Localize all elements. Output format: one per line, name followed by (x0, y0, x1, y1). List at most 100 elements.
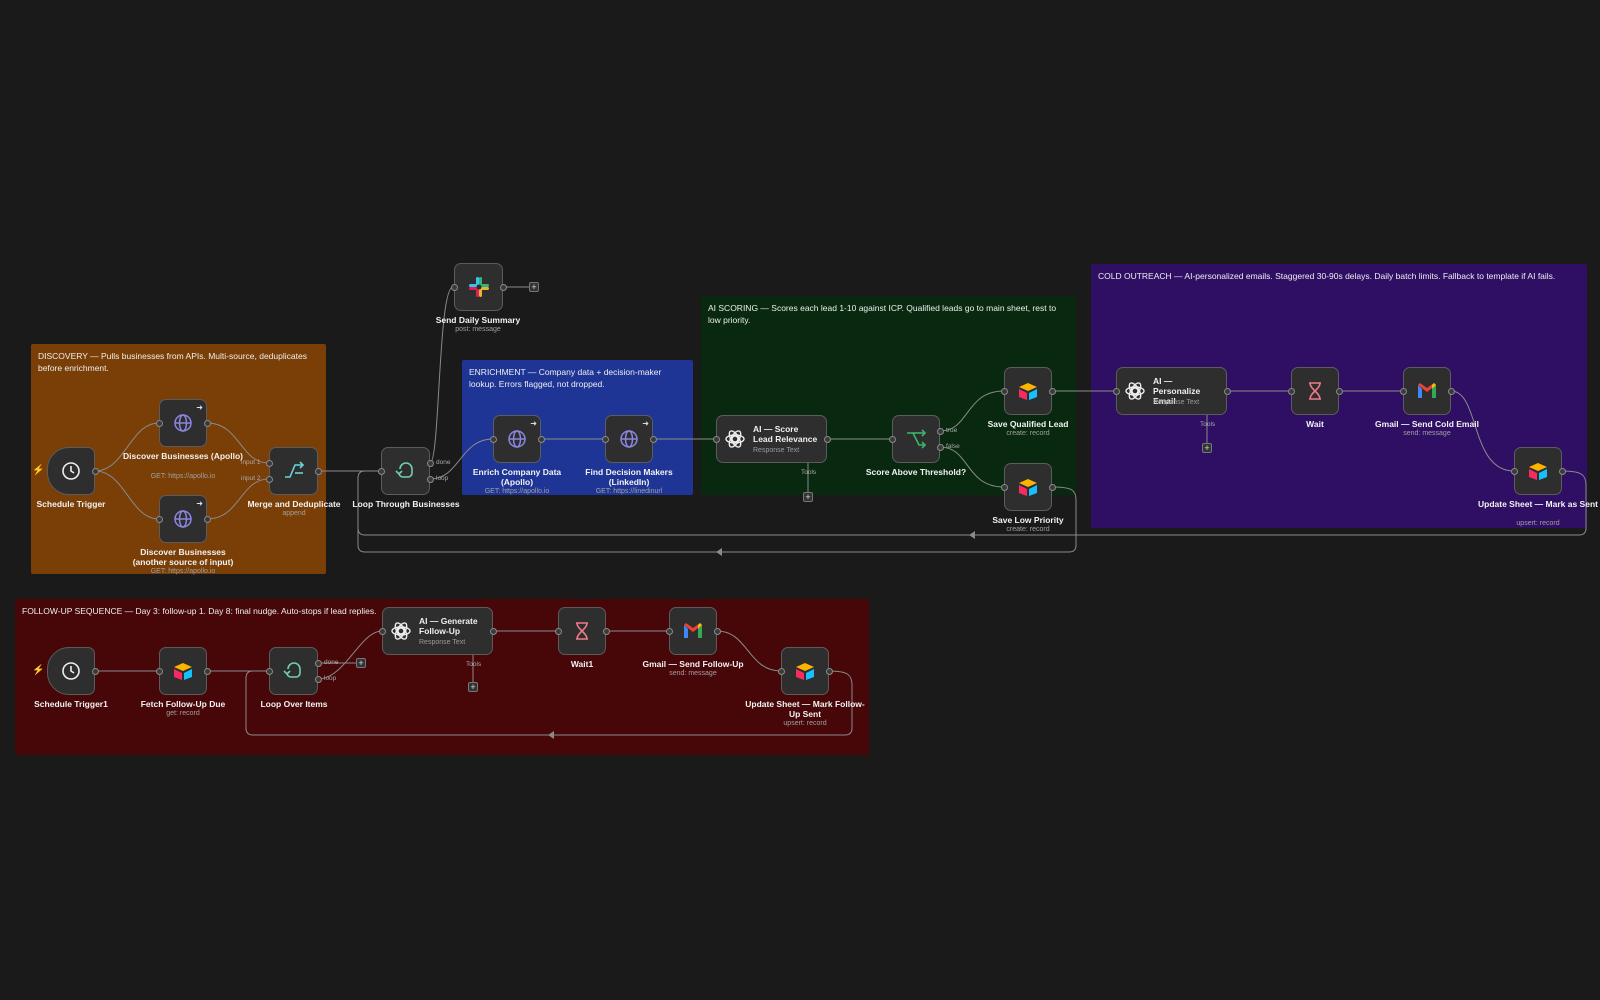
output-port[interactable] (92, 468, 99, 475)
trigger-bolt-icon: ⚡ (32, 465, 45, 476)
loop-done-label: done (436, 459, 451, 466)
output-port[interactable] (204, 516, 211, 523)
schedule-trigger-node[interactable] (47, 447, 99, 495)
input-port[interactable] (555, 628, 562, 635)
if-icon (893, 416, 939, 462)
loop-items-done-label: done (324, 659, 339, 666)
input-port[interactable] (778, 668, 785, 675)
done-output-port[interactable] (427, 460, 434, 467)
output-port[interactable] (490, 628, 497, 635)
save-low-node[interactable] (1001, 463, 1056, 511)
input-port[interactable] (602, 436, 609, 443)
input-port[interactable] (1001, 388, 1008, 395)
connection (429, 286, 454, 464)
decision-makers-node[interactable]: ➜ (602, 415, 657, 463)
loop-icon (270, 648, 317, 694)
output-port[interactable] (1559, 468, 1566, 475)
threshold-node[interactable] (889, 415, 944, 463)
schedule-trigger1-node[interactable] (47, 647, 99, 695)
output-port[interactable] (1224, 388, 1231, 395)
add-tool-button[interactable]: + (803, 492, 813, 502)
input-port[interactable] (490, 436, 497, 443)
threshold-false-label: false (946, 443, 960, 450)
ai-score-node[interactable]: AI — Score Lead Relevance Response Text (713, 415, 831, 463)
clock-icon (48, 648, 94, 694)
input-port[interactable] (1511, 468, 1518, 475)
update-sent-node[interactable] (1511, 447, 1566, 495)
ai-personalize-sub: Response Text (1153, 399, 1200, 406)
ai-score-tools-label: Tools (801, 469, 817, 476)
loop-output-port[interactable] (315, 676, 322, 683)
output-port[interactable] (204, 668, 211, 675)
ai-generate-followup-sub: Response Text (419, 639, 466, 646)
hourglass-icon (1292, 368, 1338, 414)
add-tool-button[interactable]: + (468, 682, 478, 692)
output-port[interactable] (603, 628, 610, 635)
output-port[interactable] (500, 284, 507, 291)
ai-generate-followup-node[interactable]: AI — Generate Follow-Up Response Text (379, 607, 497, 655)
input-port[interactable] (713, 436, 720, 443)
input-port[interactable] (379, 628, 386, 635)
input-port[interactable] (1001, 484, 1008, 491)
output-port[interactable] (650, 436, 657, 443)
loop-loop-label: loop (436, 475, 449, 482)
fetch-followup-node[interactable] (156, 647, 211, 695)
merge-sub: append (282, 510, 306, 517)
loop-items-node[interactable] (266, 647, 322, 695)
add-tool-button[interactable]: + (1202, 443, 1212, 453)
output-port[interactable] (92, 668, 99, 675)
hourglass-icon (559, 608, 605, 654)
slack-node[interactable] (451, 263, 507, 311)
update-followup-node[interactable] (778, 647, 833, 695)
input-port[interactable] (266, 476, 273, 483)
done-output-port[interactable] (315, 660, 322, 667)
save-qualified-node[interactable] (1001, 367, 1056, 415)
output-port[interactable] (1448, 388, 1455, 395)
output-port[interactable] (824, 436, 831, 443)
input-port[interactable] (1400, 388, 1407, 395)
input-port[interactable] (666, 628, 673, 635)
output-port[interactable] (315, 468, 322, 475)
gmail-cold-node[interactable] (1400, 367, 1455, 415)
ai-generate-followup-title: AI — Generate Follow-Up (419, 616, 478, 636)
output-port[interactable] (826, 668, 833, 675)
enrich-label: Enrich Company Data (Apollo) (472, 467, 562, 487)
input-port[interactable] (266, 460, 273, 467)
save-qualified-label: Save Qualified Lead (987, 419, 1069, 429)
output-port[interactable] (1049, 484, 1056, 491)
ai-score-title: AI — Score Lead Relevance (753, 424, 818, 444)
gmail-icon (670, 608, 716, 654)
input-port[interactable] (378, 468, 385, 475)
threshold-label: Score Above Threshold? (865, 467, 967, 477)
input-port[interactable] (1288, 388, 1295, 395)
input-port[interactable] (451, 284, 458, 291)
output-port[interactable] (204, 420, 211, 427)
add-node-button[interactable]: + (529, 282, 539, 292)
true-output-port[interactable] (937, 428, 944, 435)
arrow-right-icon: ➜ (642, 419, 649, 428)
enrich-node[interactable]: ➜ (490, 415, 545, 463)
wait-node[interactable] (1288, 367, 1343, 415)
wait1-node[interactable] (555, 607, 610, 655)
false-output-port[interactable] (937, 444, 944, 451)
loop-node[interactable] (378, 447, 434, 495)
input-port[interactable] (1113, 388, 1120, 395)
input-port[interactable] (156, 516, 163, 523)
discover-other-sub: GET: https://apollo.io (150, 568, 216, 575)
ai-personalize-node[interactable]: AI — Personalize Email Response Text (1113, 367, 1231, 415)
discover-apollo-node[interactable]: ➜ (156, 399, 211, 447)
add-node-button[interactable]: + (356, 658, 366, 668)
loop-output-port[interactable] (427, 476, 434, 483)
input-port[interactable] (889, 436, 896, 443)
output-port[interactable] (1049, 388, 1056, 395)
input-port[interactable] (266, 668, 273, 675)
merge-node[interactable] (266, 447, 322, 495)
input-port[interactable] (156, 420, 163, 427)
input-port[interactable] (156, 668, 163, 675)
output-port[interactable] (1336, 388, 1343, 395)
discover-other-node[interactable]: ➜ (156, 495, 211, 543)
gmail-followup-node[interactable] (666, 607, 721, 655)
output-port[interactable] (538, 436, 545, 443)
output-port[interactable] (714, 628, 721, 635)
gmail-cold-label: Gmail — Send Cold Email (1375, 419, 1479, 429)
